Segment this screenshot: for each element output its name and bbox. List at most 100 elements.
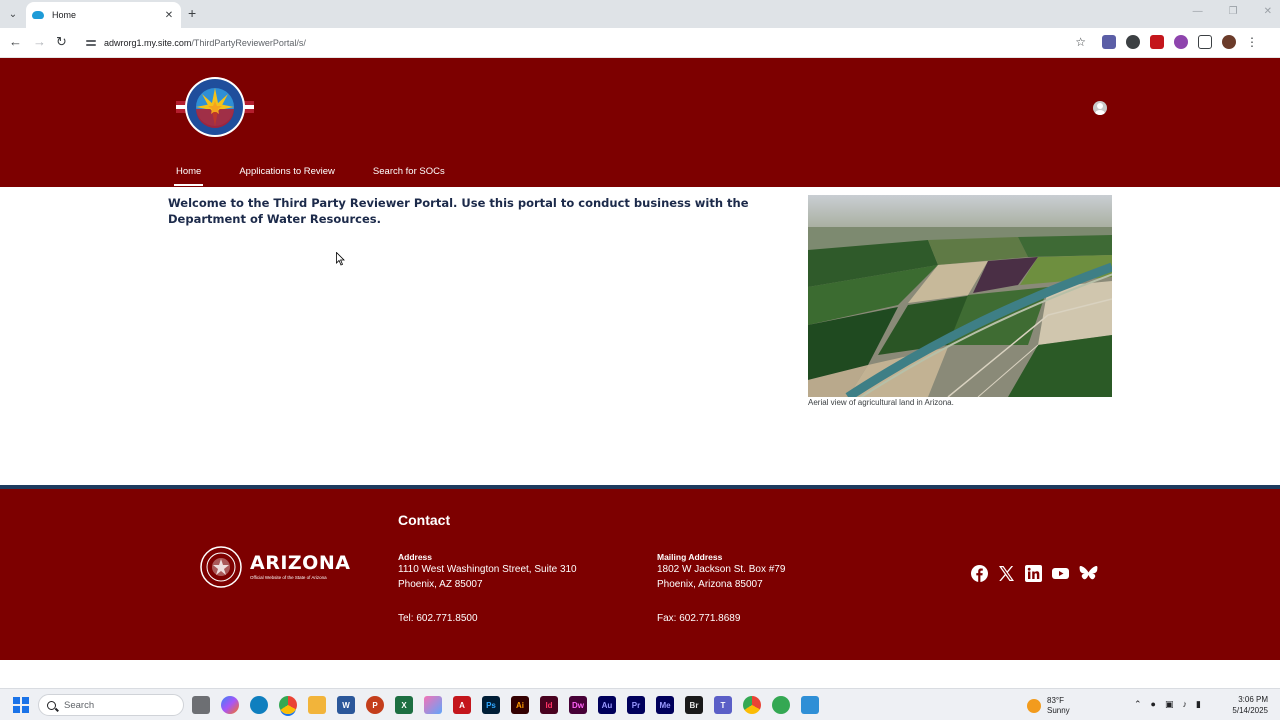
linkedin-icon[interactable]	[1025, 565, 1042, 582]
arizona-wordmark-text: ARIZONA	[250, 552, 351, 574]
new-tab-plus-icon[interactable]: +	[188, 6, 196, 20]
illustrator-icon[interactable]: Ai	[511, 696, 529, 714]
search-icon	[47, 700, 56, 710]
site-footer: ARIZONA Official Website of the State of…	[0, 489, 1280, 660]
adwr-seal-logo[interactable]	[174, 73, 256, 141]
bridge-icon[interactable]: Br	[685, 696, 703, 714]
taskbar-search-box[interactable]: Search	[38, 694, 184, 716]
windows-start-icon[interactable]	[13, 697, 29, 713]
fax-number: Fax: 602.771.8689	[657, 613, 741, 624]
weather-widget[interactable]: 83°F Sunny	[1027, 696, 1070, 716]
globe-app-icon[interactable]	[772, 696, 790, 714]
browser-tab-home[interactable]: Home ✕	[26, 2, 181, 28]
battery-icon[interactable]: ▮	[1196, 699, 1201, 710]
bookmark-star-icon[interactable]: ☆	[1075, 35, 1086, 49]
mailing-address-line-1: 1802 W Jackson St. Box #79	[657, 564, 786, 575]
mailing-address-line-2: Phoenix, Arizona 85007	[657, 578, 763, 590]
restore-icon[interactable]: ❐	[1229, 6, 1238, 17]
address-column: Address 1110 West Washington Street, Sui…	[398, 552, 577, 627]
clock-time: 3:06 PM	[1238, 695, 1268, 704]
weather-temperature: 83°F	[1047, 696, 1064, 705]
welcome-message: Welcome to the Third Party Reviewer Port…	[168, 196, 749, 226]
taskbar-apps: W P X A Ps Ai Id Dw Au Pr Me Br T	[192, 696, 819, 714]
nav-item-search-for-socs[interactable]: Search for SOCs	[365, 162, 453, 186]
browser-tabbar: ⌄ Home ✕ + — ❐ ✕	[0, 0, 1280, 28]
contact-heading: Contact	[398, 512, 451, 528]
weather-description: Sunny	[1047, 706, 1070, 715]
mailing-address-column: Mailing Address 1802 W Jackson St. Box #…	[657, 552, 785, 627]
extension-badge-icon[interactable]	[1126, 35, 1140, 49]
forward-arrow-icon[interactable]: →	[33, 35, 46, 49]
youtube-icon[interactable]	[1052, 565, 1069, 582]
photoshop-icon[interactable]: Ps	[482, 696, 500, 714]
url-path: /ThirdPartyReviewerPortal/s/	[191, 38, 306, 48]
tab-title: Home	[52, 10, 77, 20]
mouse-cursor-icon	[336, 252, 345, 266]
system-clock[interactable]: 3:06 PM 5/14/2025	[1232, 694, 1268, 716]
tab-search-chevron-icon[interactable]: ⌄	[5, 6, 21, 22]
nav-item-home[interactable]: Home	[168, 162, 209, 186]
acrobat-icon[interactable]: A	[453, 696, 471, 714]
edge-browser-icon[interactable]	[250, 696, 268, 714]
nav-item-applications-to-review[interactable]: Applications to Review	[231, 162, 343, 186]
site-header: Home Applications to Review Search for S…	[0, 58, 1280, 187]
facebook-icon[interactable]	[971, 565, 988, 582]
network-icon[interactable]: ▣	[1165, 699, 1174, 710]
url-text[interactable]: adwrorg1.my.site.com/ThirdPartyReviewerP…	[104, 38, 306, 48]
social-links	[971, 565, 1098, 582]
excel-icon[interactable]: X	[395, 696, 413, 714]
window-controls: — ❐ ✕	[1193, 6, 1272, 17]
arizona-state-logo[interactable]: ARIZONA Official Website of the State of…	[200, 546, 350, 588]
arizona-wordmark-subtitle: Official Website of the State of Arizona	[250, 575, 327, 580]
taskbar-search-placeholder: Search	[64, 699, 95, 711]
extension-purple-icon[interactable]	[1174, 35, 1188, 49]
dreamweaver-icon[interactable]: Dw	[569, 696, 587, 714]
browser-profile-avatar[interactable]	[1222, 35, 1236, 49]
bluesky-butterfly-icon[interactable]	[1079, 565, 1098, 582]
indesign-icon[interactable]: Id	[540, 696, 558, 714]
close-window-icon[interactable]: ✕	[1264, 6, 1272, 17]
address-label: Address	[398, 552, 433, 562]
minimize-icon[interactable]: —	[1193, 6, 1203, 17]
chrome-browser-icon[interactable]	[279, 696, 297, 714]
photo-viewer-icon[interactable]	[801, 696, 819, 714]
sun-icon	[1027, 699, 1041, 713]
copilot-icon[interactable]	[221, 696, 239, 714]
clock-date: 5/14/2025	[1232, 706, 1268, 715]
acrobat-extension-icon[interactable]	[1150, 35, 1164, 49]
file-explorer-icon[interactable]	[308, 696, 326, 714]
arizona-wordmark: ARIZONA Official Website of the State of…	[250, 552, 351, 581]
premiere-icon[interactable]: Pr	[627, 696, 645, 714]
media-encoder-icon[interactable]: Me	[656, 696, 674, 714]
salesforce-favicon-icon	[32, 11, 44, 19]
page-bottom-spacer	[0, 660, 1280, 688]
extensions-area: ⋮	[1102, 35, 1258, 49]
photos-icon[interactable]	[424, 696, 442, 714]
address-line-2: Phoenix, AZ 85007	[398, 578, 483, 590]
phone-number[interactable]: Tel: 602.771.8500	[398, 612, 577, 627]
browser-menu-icon[interactable]: ⋮	[1246, 35, 1258, 49]
word-icon[interactable]: W	[337, 696, 355, 714]
extensions-puzzle-icon[interactable]	[1198, 35, 1212, 49]
os-taskbar: Search W P X A Ps Ai Id Dw Au Pr Me Br T…	[0, 688, 1280, 720]
aerial-agriculture-image	[808, 195, 1112, 397]
mailing-address-label: Mailing Address	[657, 552, 723, 562]
address-bar[interactable]: adwrorg1.my.site.com/ThirdPartyReviewerP…	[78, 31, 1094, 55]
powerpoint-icon[interactable]: P	[366, 696, 384, 714]
arizona-state-seal-icon	[200, 546, 242, 588]
x-twitter-icon[interactable]	[998, 565, 1015, 582]
site-info-icon[interactable]	[86, 38, 96, 48]
volume-icon[interactable]: ♪	[1183, 699, 1188, 710]
chrome-profile-icon[interactable]	[743, 696, 761, 714]
tray-chevron-up-icon[interactable]: ⌃	[1134, 699, 1142, 710]
back-arrow-icon[interactable]: ←	[9, 35, 22, 49]
reload-icon[interactable]: ↻	[56, 35, 67, 49]
image-caption: Aerial view of agricultural land in Ariz…	[808, 398, 954, 407]
extension-bookmark-icon[interactable]	[1102, 35, 1116, 49]
tab-close-icon[interactable]: ✕	[163, 10, 175, 21]
teams-icon[interactable]: T	[714, 696, 732, 714]
microphone-icon[interactable]: ●	[1151, 699, 1156, 710]
audition-icon[interactable]: Au	[598, 696, 616, 714]
task-view-icon[interactable]	[192, 696, 210, 714]
user-profile-avatar[interactable]	[1093, 101, 1107, 115]
